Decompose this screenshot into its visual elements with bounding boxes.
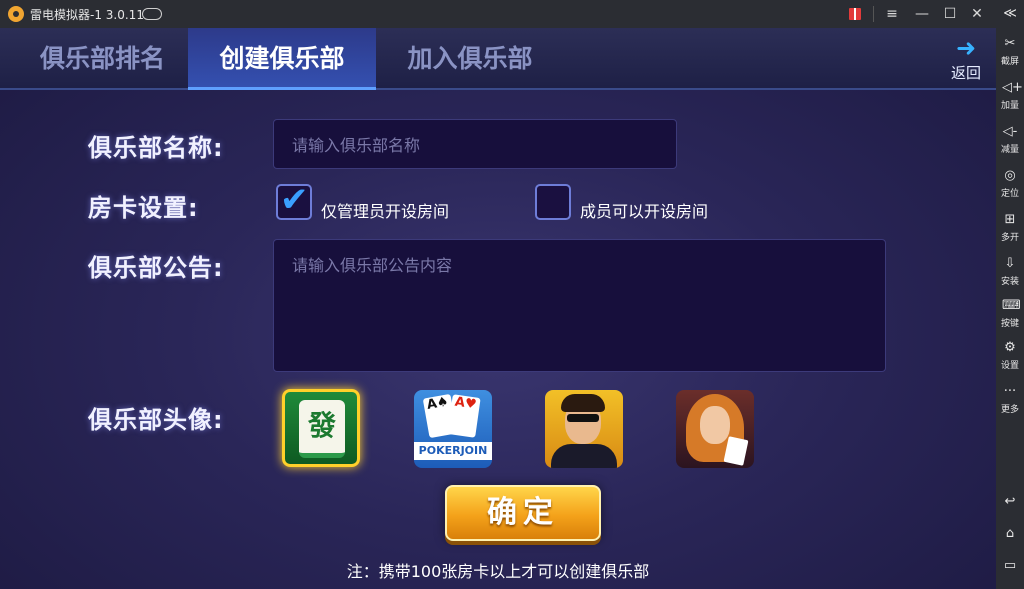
sidebar-item-label: 减量 [1000, 145, 1019, 155]
sidebar-item-screenshot[interactable]: ✂ 截屏 [996, 36, 1024, 67]
home-icon: ⌂ [1005, 526, 1015, 541]
sidebar-item-label: 加量 [1000, 101, 1019, 111]
poker-join-brand: POKERJOIN [414, 442, 492, 460]
hair-shape [561, 394, 605, 412]
sidebar-item-label: 多开 [1000, 233, 1019, 243]
avatar-poker-join[interactable]: A♠ A♥ POKERJOIN [414, 390, 492, 468]
nav-recents-button[interactable]: ▭ [996, 558, 1024, 574]
window-title: 雷电模拟器-1 3.0.11 [30, 8, 144, 22]
sidebar-item-more[interactable]: ··· 更多 [996, 384, 1024, 415]
app-logo-icon [8, 6, 24, 22]
sidebar-item-install[interactable]: ⇩ 安装 [996, 256, 1024, 287]
tab-create-club[interactable]: 创建俱乐部 [188, 28, 376, 90]
close-button[interactable]: ✕ [966, 4, 988, 24]
gamepad-icon[interactable] [142, 8, 162, 20]
avatar-woman-cards[interactable] [676, 390, 754, 468]
club-notice-textarea[interactable]: 请输入俱乐部公告内容 [273, 239, 886, 372]
members-checkbox[interactable] [535, 184, 571, 220]
club-tab-bar: 俱乐部排名 创建俱乐部 加入俱乐部 ➜ 返回 [0, 28, 996, 90]
back-button[interactable]: ➜ 返回 [944, 34, 988, 86]
tab-club-ranking[interactable]: 俱乐部排名 [15, 28, 190, 90]
recents-icon: ▭ [1003, 558, 1017, 573]
settings-gear-icon: ⚙ [1004, 340, 1016, 355]
volume-down-icon: ◁- [1002, 124, 1018, 139]
sidebar-item-label: 按键 [1000, 319, 1019, 329]
sidebar-item-label: 定位 [1000, 189, 1019, 199]
face-shape [700, 406, 730, 444]
sidebar-item-label: 更多 [1000, 405, 1019, 415]
minimize-button[interactable]: — [911, 4, 933, 24]
volume-up-icon: ◁+ [1002, 80, 1023, 95]
mahjong-tile-icon: 發 [299, 400, 345, 458]
gift-icon[interactable] [844, 4, 866, 24]
collapse-sidebar-button[interactable]: ≪ [996, 6, 1024, 22]
game-screen: 俱乐部排名 创建俱乐部 加入俱乐部 ➜ 返回 俱乐部名称: 请输入俱乐部名称 房… [0, 28, 996, 589]
club-name-label: 俱乐部名称: [88, 134, 224, 162]
maximize-button[interactable]: ☐ [939, 4, 961, 24]
title-separator [873, 6, 874, 22]
sidebar-item-keymap[interactable]: ⌨ 按键 [996, 298, 1024, 329]
sidebar-item-settings[interactable]: ⚙ 设置 [996, 340, 1024, 371]
sidebar-item-volume-up[interactable]: ◁+ 加量 [996, 80, 1024, 111]
sunglasses-icon [567, 414, 599, 422]
more-dots-icon: ··· [1003, 384, 1017, 399]
menu-button[interactable]: ≡ [881, 4, 903, 24]
back-label: 返回 [950, 64, 981, 82]
install-apk-icon: ⇩ [1004, 256, 1016, 271]
tab-join-club[interactable]: 加入俱乐部 [380, 28, 560, 90]
confirm-button[interactable]: 确定 [445, 485, 601, 541]
collapse-icon: ≪ [1003, 6, 1017, 21]
location-icon: ◎ [1004, 168, 1016, 183]
admin-only-label: 仅管理员开设房间 [321, 202, 450, 221]
playing-cards-icon [723, 436, 749, 466]
suit-shape [551, 444, 617, 468]
sidebar-item-location[interactable]: ◎ 定位 [996, 168, 1024, 199]
nav-back-button[interactable]: ↩ [996, 494, 1024, 510]
avatar-mahjong[interactable]: 發 [282, 389, 360, 467]
room-card-settings-label: 房卡设置: [88, 194, 199, 222]
club-name-input[interactable]: 请输入俱乐部名称 [273, 119, 677, 169]
sidebar-item-label: 设置 [1000, 361, 1019, 371]
avatar-sunglasses-man[interactable] [545, 390, 623, 468]
keyboard-icon: ⌨ [1002, 298, 1021, 313]
members-label: 成员可以开设房间 [580, 202, 709, 221]
sidebar-item-label: 安装 [1000, 277, 1019, 287]
nav-home-button[interactable]: ⌂ [996, 526, 1024, 542]
exit-arrow-icon: ➜ [955, 34, 977, 62]
emulator-sidebar: ≪ ✂ 截屏 ◁+ 加量 ◁- 减量 ◎ 定位 ⊞ 多开 ⇩ 安装 ⌨ 按键 ⚙… [996, 0, 1024, 589]
emulator-title-bar: 雷电模拟器-1 3.0.11 ≡ — ☐ ✕ [0, 0, 1024, 28]
sidebar-item-label: 截屏 [1000, 57, 1019, 67]
heart-card-icon: A♥ [447, 394, 481, 438]
sidebar-item-volume-down[interactable]: ◁- 减量 [996, 124, 1024, 155]
back-arrow-icon: ↩ [1004, 494, 1016, 509]
sidebar-item-multi-open[interactable]: ⊞ 多开 [996, 212, 1024, 243]
scissors-icon: ✂ [1004, 36, 1016, 51]
requirement-note: 注：携带100张房卡以上才可以创建俱乐部 [346, 562, 650, 581]
admin-only-checkbox[interactable]: ✔ [276, 180, 312, 220]
checkmark-icon: ✔ [280, 180, 309, 220]
multi-open-icon: ⊞ [1004, 212, 1016, 227]
club-avatar-label: 俱乐部头像: [88, 406, 224, 434]
club-notice-label: 俱乐部公告: [88, 254, 224, 282]
